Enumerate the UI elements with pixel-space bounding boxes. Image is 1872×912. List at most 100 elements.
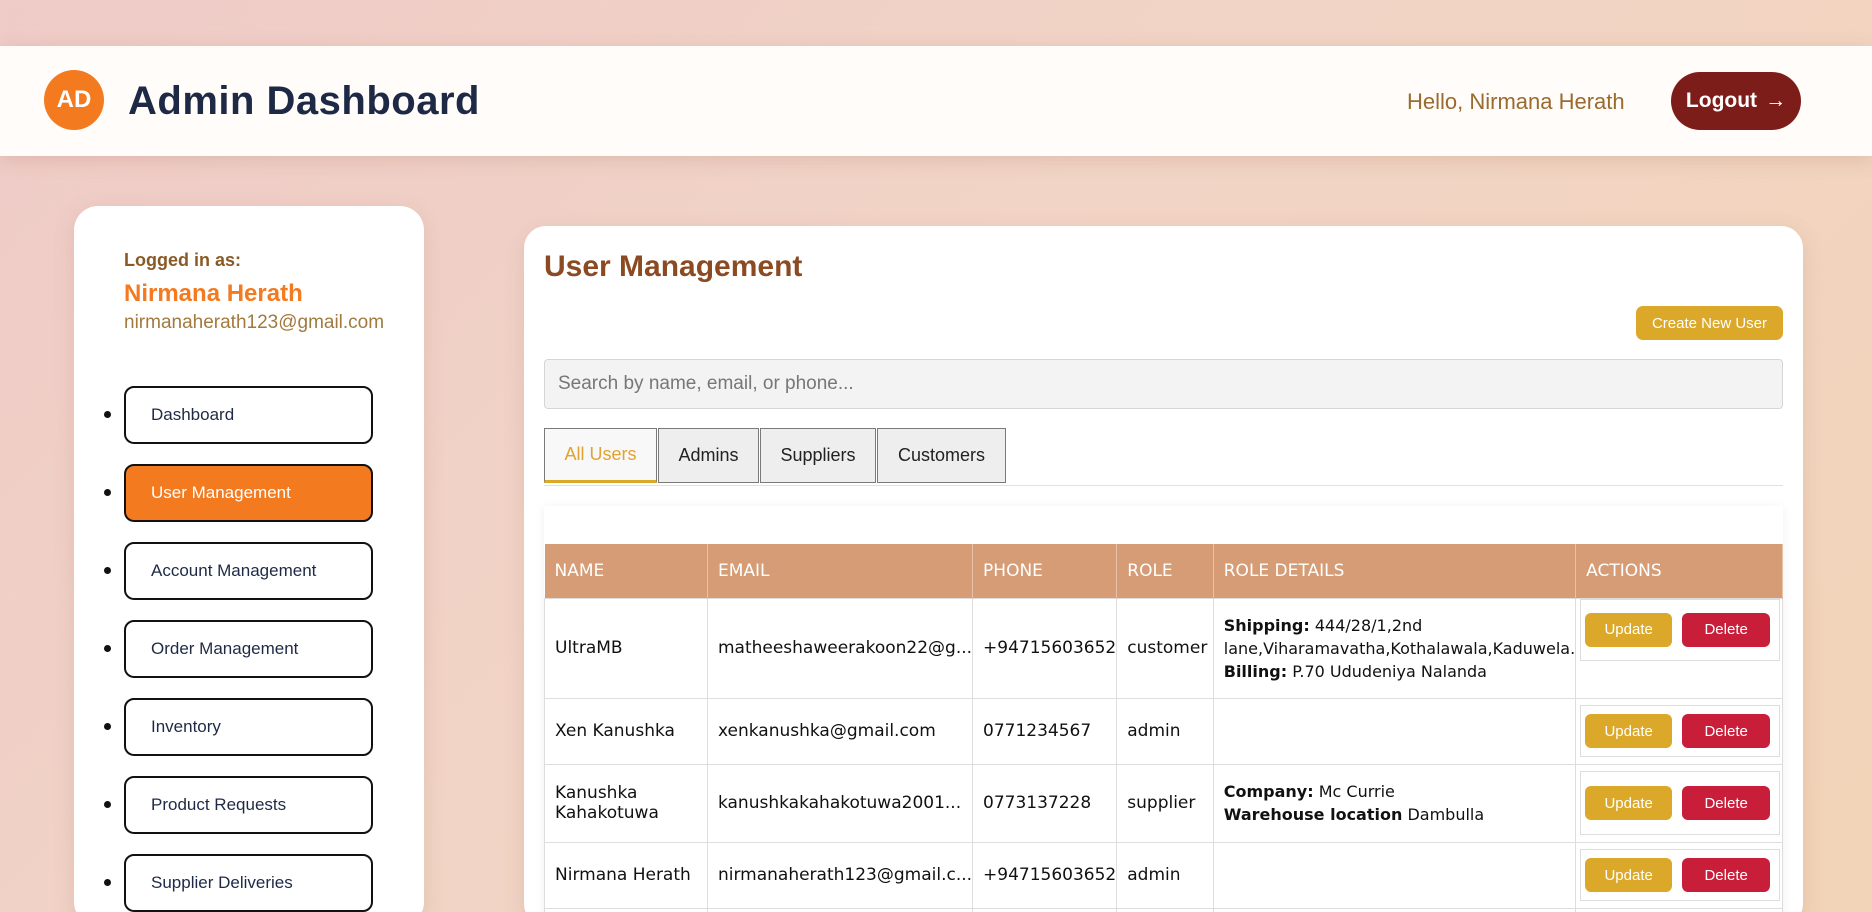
sidebar-item-user-management: User Management	[74, 464, 424, 522]
bullet-icon	[104, 411, 111, 418]
bullet-icon	[104, 723, 111, 730]
bullet-icon	[104, 879, 111, 886]
cell-empty	[1116, 907, 1214, 912]
detail-label: Company:	[1223, 782, 1314, 801]
table-row: UltraMB matheeshaweerakoon22@g... +94715…	[544, 597, 1783, 699]
role-tabs: All Users Admins Suppliers Customers	[544, 428, 1783, 486]
logout-label: Logout	[1685, 89, 1758, 112]
update-button[interactable]: Update	[1585, 612, 1673, 647]
sidebar-nav: Dashboard User Management Account Manage…	[74, 386, 424, 912]
create-user-button[interactable]: Create New User	[1636, 306, 1783, 340]
app-title: Admin Dashboard	[128, 79, 480, 123]
logout-button[interactable]: Logout →	[1671, 72, 1801, 130]
arrow-right-icon: →	[1765, 89, 1787, 112]
sidebar-item-supplier-deliveries: Supplier Deliveries	[74, 854, 424, 912]
cell-actions: Update Delete	[1575, 841, 1783, 909]
detail-label: Warehouse location	[1223, 805, 1403, 824]
sidebar-user-name: Nirmana Herath	[124, 280, 303, 307]
cell-email: kanushkakahakotuwa2001...	[706, 763, 974, 843]
update-button[interactable]: Update	[1585, 858, 1673, 892]
column-header-actions: ACTIONS	[1575, 544, 1783, 598]
cell-role-details	[1212, 841, 1577, 909]
nav-supplier-deliveries-button[interactable]: Supplier Deliveries	[124, 854, 373, 912]
cell-actions: Update Delete	[1575, 597, 1783, 699]
nav-user-management-button[interactable]: User Management	[124, 464, 373, 522]
cell-role-details: Company: Mc Currie Warehouse location Da…	[1212, 763, 1577, 843]
cell-actions: Update Delete	[1575, 697, 1783, 765]
cell-name: Xen Kanushka	[544, 697, 708, 765]
nav-dashboard-button[interactable]: Dashboard	[124, 386, 373, 444]
cell-role: customer	[1116, 597, 1214, 699]
sidebar: Logged in as: Nirmana Herath nirmanahera…	[74, 206, 424, 912]
bullet-icon	[104, 489, 111, 496]
sidebar-item-account-management: Account Management	[74, 542, 424, 600]
table-row: Nirmana Herath nirmanaherath123@gmail.c.…	[544, 841, 1783, 909]
cell-phone: 0773137228	[972, 763, 1118, 843]
cell-role-details	[1212, 697, 1577, 765]
nav-account-management-button[interactable]: Account Management	[124, 542, 373, 600]
cell-empty	[1575, 907, 1783, 912]
column-header-phone: PHONE	[972, 544, 1118, 598]
delete-button[interactable]: Delete	[1682, 786, 1771, 820]
cell-name: UltraMB	[544, 597, 708, 699]
logged-in-label: Logged in as:	[124, 250, 241, 270]
cell-phone: +94715603652	[972, 841, 1118, 909]
detail-label: Billing:	[1223, 661, 1288, 681]
cell-name: Kanushka Kahakotuwa	[544, 763, 708, 843]
cell-role: supplier	[1116, 763, 1214, 843]
app-logo-badge: AD	[44, 70, 104, 130]
search-input[interactable]	[544, 359, 1783, 409]
update-button[interactable]: Update	[1585, 786, 1673, 820]
table-row: Xen Kanushka xenkanushka@gmail.com 07712…	[544, 697, 1783, 765]
column-header-email: EMAIL	[707, 544, 974, 598]
bullet-icon	[104, 801, 111, 808]
nav-inventory-button[interactable]: Inventory	[124, 698, 373, 756]
cell-phone: 0771234567	[972, 697, 1118, 765]
page-title: User Management	[544, 250, 803, 283]
user-greeting: Hello, Nirmana Herath	[1407, 89, 1625, 114]
nav-product-requests-button[interactable]: Product Requests	[124, 776, 373, 834]
detail-value: Dambulla	[1407, 805, 1485, 824]
cell-email: xenkanushka@gmail.com	[706, 697, 974, 765]
sidebar-item-order-management: Order Management	[74, 620, 424, 678]
cell-phone: +94715603652	[972, 597, 1118, 699]
sidebar-item-product-requests: Product Requests	[74, 776, 424, 834]
actions-group: Update Delete	[1580, 771, 1781, 835]
main-panel: User Management Create New User All User…	[524, 226, 1803, 912]
actions-group: Update Delete	[1580, 849, 1781, 901]
bullet-icon	[104, 567, 111, 574]
delete-button[interactable]: Delete	[1682, 714, 1771, 748]
sidebar-user-email: nirmanaherath123@gmail.com	[124, 312, 385, 333]
table-row: Kanushka Kahakotuwa kanushkakahakotuwa20…	[544, 763, 1783, 843]
users-table-container: NAME EMAIL PHONE ROLE ROLE DETAILS ACTIO…	[544, 506, 1783, 912]
column-header-name: NAME	[544, 544, 708, 598]
cell-empty	[972, 907, 1118, 912]
column-header-role-details: ROLE DETAILS	[1213, 544, 1577, 598]
cell-empty	[544, 907, 708, 912]
cell-role-details: Shipping: 444/28/1,2nd lane,Viharamavath…	[1212, 597, 1577, 699]
cell-role: admin	[1116, 841, 1214, 909]
detail-label: Shipping:	[1223, 615, 1310, 635]
sidebar-item-inventory: Inventory	[74, 698, 424, 756]
tab-suppliers[interactable]: Suppliers	[760, 428, 876, 483]
top-header: AD Admin Dashboard Hello, Nirmana Herath…	[0, 46, 1872, 156]
delete-button[interactable]: Delete	[1682, 612, 1771, 647]
update-button[interactable]: Update	[1585, 714, 1673, 748]
column-header-role: ROLE	[1116, 544, 1214, 598]
bullet-icon	[104, 645, 111, 652]
delete-button[interactable]: Delete	[1682, 858, 1771, 892]
table-row	[544, 907, 1783, 912]
detail-value: P.70 Ududeniya Nalanda	[1292, 661, 1487, 681]
cell-email: matheeshaweerakoon22@g...	[706, 597, 974, 699]
table-header-row: NAME EMAIL PHONE ROLE ROLE DETAILS ACTIO…	[544, 544, 1783, 598]
detail-value: Mc Currie	[1318, 782, 1395, 801]
cell-email: nirmanaherath123@gmail.c...	[706, 841, 974, 909]
users-table: NAME EMAIL PHONE ROLE ROLE DETAILS ACTIO…	[544, 544, 1783, 912]
nav-order-management-button[interactable]: Order Management	[124, 620, 373, 678]
cell-empty	[706, 907, 974, 912]
tab-customers[interactable]: Customers	[877, 428, 1006, 483]
cell-name: Nirmana Herath	[544, 841, 708, 909]
tab-all-users[interactable]: All Users	[544, 428, 657, 483]
actions-group: Update Delete	[1580, 705, 1781, 757]
tab-admins[interactable]: Admins	[658, 428, 759, 483]
